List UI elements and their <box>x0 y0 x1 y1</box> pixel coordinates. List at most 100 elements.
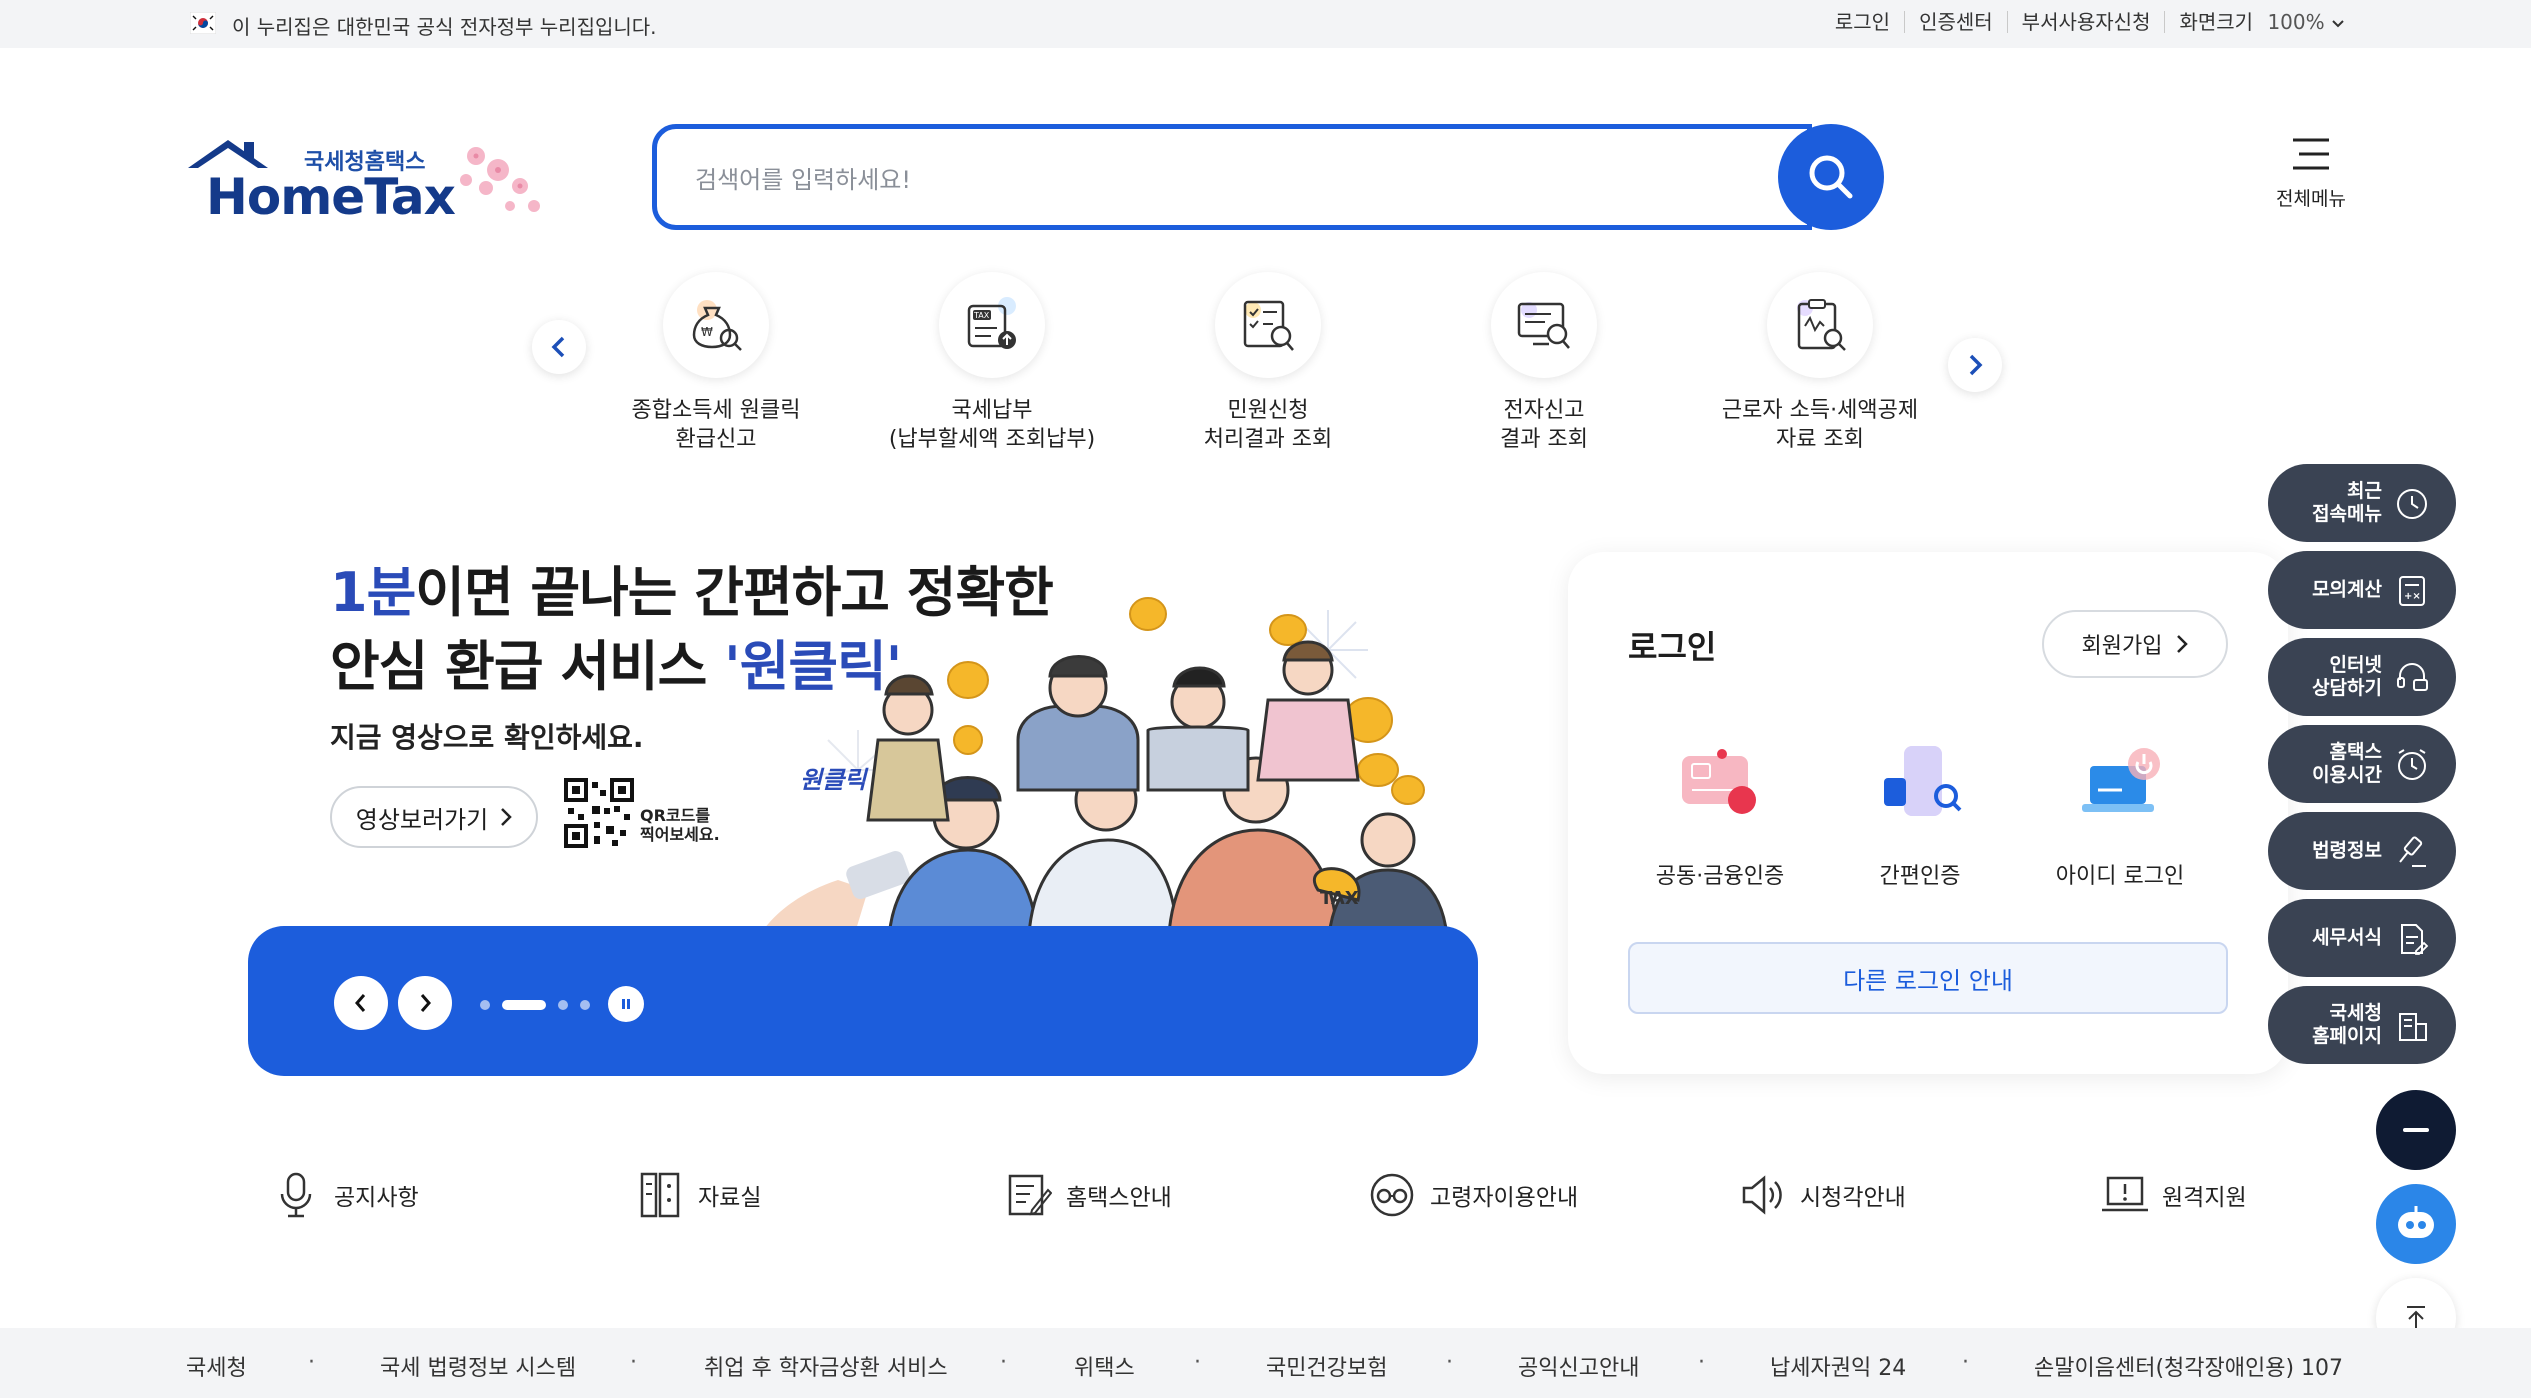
footer-separator: · <box>1194 1350 1201 1375</box>
side-menu-label-line1: 홈택스 <box>2329 741 2382 763</box>
watch-video-button[interactable]: 영상보러가기 <box>330 786 538 848</box>
quick-menu-item-e-filing[interactable]: 전자신고 결과 조회 <box>1424 272 1664 454</box>
file-cabinet-icon <box>640 1172 680 1218</box>
chevron-right-icon <box>501 808 513 826</box>
side-menu-recent[interactable]: 최근 접속메뉴 <box>2268 464 2456 542</box>
quick-menu-item-tax-payment[interactable]: TAX 국세납부 (납부할세액 조회납부) <box>872 272 1112 454</box>
korea-flag-icon <box>190 12 216 34</box>
side-menu-label-line2: 상담하기 <box>2312 677 2382 699</box>
signup-label: 회원가입 <box>2081 634 2163 659</box>
collapse-side-menu-button[interactable] <box>2376 1090 2456 1170</box>
footer-link[interactable]: 공익신고안내 <box>1518 1350 1639 1382</box>
audiovisual-guide-label: 시청각안내 <box>1800 1185 1906 1211</box>
archive-label: 자료실 <box>698 1185 762 1211</box>
side-menu-label: 법령정보 <box>2312 839 2382 862</box>
side-menu-label-line1: 최근 <box>2347 480 2382 502</box>
remote-support-label: 원격지원 <box>2162 1185 2247 1211</box>
side-menu-forms[interactable]: 세무서식 <box>2268 899 2456 977</box>
banner-controls <box>248 926 1478 1076</box>
logo-title: HomeTax <box>206 168 456 226</box>
notice-link[interactable]: 공지사항 <box>272 1170 419 1220</box>
quick-menu-icon-circle: TAX <box>939 272 1045 378</box>
cert-center-link[interactable]: 인증센터 <box>1905 11 2008 33</box>
slide-indicator-3[interactable] <box>558 1000 568 1010</box>
gov-notice-text: 이 누리집은 대한민국 공식 전자정부 누리집입니다. <box>232 15 657 39</box>
zoom-control[interactable]: 화면크기 100% <box>2165 11 2345 33</box>
chat-headset-icon <box>2397 663 2428 691</box>
laptop-power-icon <box>2082 748 2160 812</box>
hometax-logo[interactable]: 국세청홈택스 HomeTax <box>186 136 556 226</box>
quick-menu-label-line1: 종합소득세 원클릭 <box>631 398 801 423</box>
senior-guide-link[interactable]: 고령자이용안내 <box>1368 1170 1578 1220</box>
side-menu-nts-homepage[interactable]: 국세청 홈페이지 <box>2268 986 2456 1064</box>
login-link[interactable]: 로그인 <box>1821 11 1906 33</box>
qr-caption-line2: 찍어보세요. <box>640 825 720 844</box>
footer-link[interactable]: 납세자권익 24 <box>1770 1350 1906 1382</box>
quick-menu-icon-circle <box>1215 272 1321 378</box>
chatbot-button[interactable] <box>2376 1184 2456 1264</box>
footer-link[interactable]: 국민건강보험 <box>1266 1350 1387 1382</box>
watch-video-label: 영상보러가기 <box>355 805 489 834</box>
clipboard-search-icon <box>1797 299 1846 351</box>
footer-link[interactable]: 취업 후 학자금상환 서비스 <box>704 1350 948 1382</box>
search-bar: 검색어를 입력하세요! <box>652 124 1884 230</box>
side-menu-label: 세무서식 <box>2312 926 2382 949</box>
footer-link[interactable]: 손말이음센터(청각장애인용) 107 <box>2034 1350 2343 1382</box>
footer-link[interactable]: 위택스 <box>1074 1350 1135 1382</box>
all-menu-label: 전체메뉴 <box>2276 188 2346 210</box>
signup-button[interactable]: 회원가입 <box>2042 610 2228 678</box>
banner-next-button[interactable] <box>398 976 452 1030</box>
footer-link[interactable]: 국세 법령정보 시스템 <box>380 1350 576 1382</box>
side-menu-label-line2: 접속메뉴 <box>2312 503 2382 525</box>
svg-text:TAX: TAX <box>973 311 990 320</box>
quick-menu-icon-circle <box>1767 272 1873 378</box>
cherry-blossom-decoration <box>460 147 540 212</box>
footer-link[interactable]: 국세청 <box>186 1350 247 1382</box>
quick-menu-prev-button[interactable] <box>532 320 586 374</box>
login-title: 로그인 <box>1628 628 1717 666</box>
id-login-option[interactable]: 아이디 로그인 <box>2020 742 2220 890</box>
banner-prev-button[interactable] <box>334 976 388 1030</box>
side-menu-counsel[interactable]: 인터넷 상담하기 <box>2268 638 2456 716</box>
tax-bag-text: TAX <box>1320 888 1359 909</box>
quick-menu-label-line2: 처리결과 조회 <box>1203 427 1333 452</box>
side-menu-law[interactable]: 법령정보 <box>2268 812 2456 890</box>
cert-login-option[interactable]: 공동·금융인증 <box>1620 742 1820 890</box>
side-menu-hours[interactable]: 홈택스 이용시간 <box>2268 725 2456 803</box>
zoom-value: 100% <box>2267 10 2325 34</box>
slide-indicator-4[interactable] <box>580 1000 590 1010</box>
qr-caption: QR코드를 찍어보세요. <box>640 806 720 844</box>
hometax-guide-link[interactable]: 홈택스안내 <box>1004 1170 1172 1220</box>
side-menu-label-line2: 이용시간 <box>2312 764 2382 786</box>
remote-support-link[interactable]: 원격지원 <box>2100 1170 2247 1220</box>
cert-login-label: 공동·금융인증 <box>1655 864 1785 889</box>
quick-menu-item-worker-deduction[interactable]: 근로자 소득·세액공제 자료 조회 <box>1700 272 1940 454</box>
quick-menu-label-line2: 결과 조회 <box>1500 427 1588 452</box>
reading-glasses-icon <box>1370 1173 1414 1217</box>
side-menu-simulation[interactable]: 모의계산 +× <box>2268 551 2456 629</box>
side-menu-label: 모의계산 <box>2312 578 2382 601</box>
other-login-guide-button[interactable]: 다른 로그인 안내 <box>1628 942 2228 1014</box>
quick-menu-item-refund[interactable]: ₩ 종합소득세 원클릭환급신고 <box>596 272 836 454</box>
quick-menu-label-line2: (납부할세액 조회납부) <box>888 427 1096 452</box>
quick-menu-next-button[interactable] <box>1948 338 2002 392</box>
all-menu-button[interactable]: 전체메뉴 <box>2268 136 2354 216</box>
audiovisual-guide-link[interactable]: 시청각안내 <box>1738 1170 1906 1220</box>
slide-indicator-1[interactable] <box>480 1000 490 1010</box>
quick-menu-label-line2: 환급신고 <box>675 427 757 452</box>
banner-pause-button[interactable] <box>608 986 644 1022</box>
search-input[interactable]: 검색어를 입력하세요! <box>652 124 1812 230</box>
archive-link[interactable]: 자료실 <box>636 1170 761 1220</box>
promo-banner: 1분이면 끝나는 간편하고 정확한 안심 환급 서비스 '원클릭' 지금 영상으… <box>248 520 1478 1076</box>
search-button[interactable] <box>1778 124 1884 230</box>
dept-user-link[interactable]: 부서사용자신청 <box>2008 11 2166 33</box>
qr-code[interactable] <box>564 778 634 848</box>
quick-menu-item-civil-request[interactable]: 민원신청 처리결과 조회 <box>1148 272 1388 454</box>
simple-auth-phone-icon <box>1884 746 1962 816</box>
side-menu-label-line1: 인터넷 <box>2329 654 2382 676</box>
simple-auth-option[interactable]: 간편인증 <box>1820 742 2020 890</box>
svg-text:₩: ₩ <box>701 325 713 339</box>
checklist-search-icon <box>1243 300 1294 351</box>
slide-indicator-2[interactable] <box>502 1000 546 1010</box>
footer-separator: · <box>630 1350 637 1375</box>
